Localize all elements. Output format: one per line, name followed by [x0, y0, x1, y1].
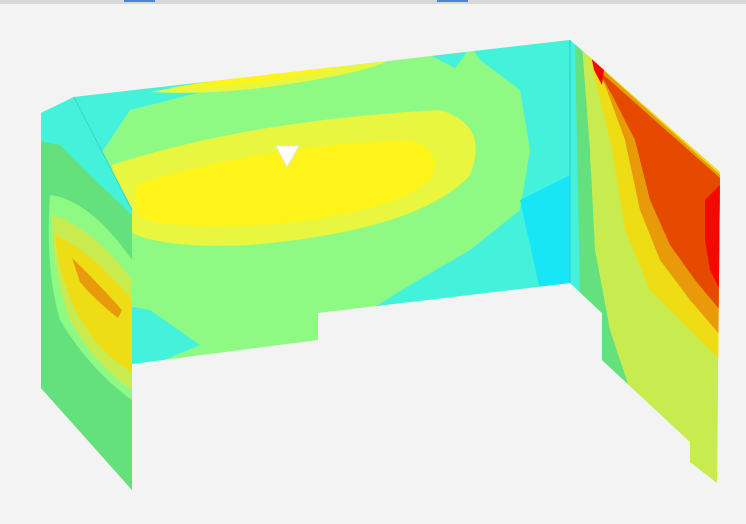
right-wall-panel[interactable] [560, 30, 730, 520]
3d-model-view[interactable] [0, 0, 746, 524]
viewer-canvas[interactable] [0, 0, 746, 524]
